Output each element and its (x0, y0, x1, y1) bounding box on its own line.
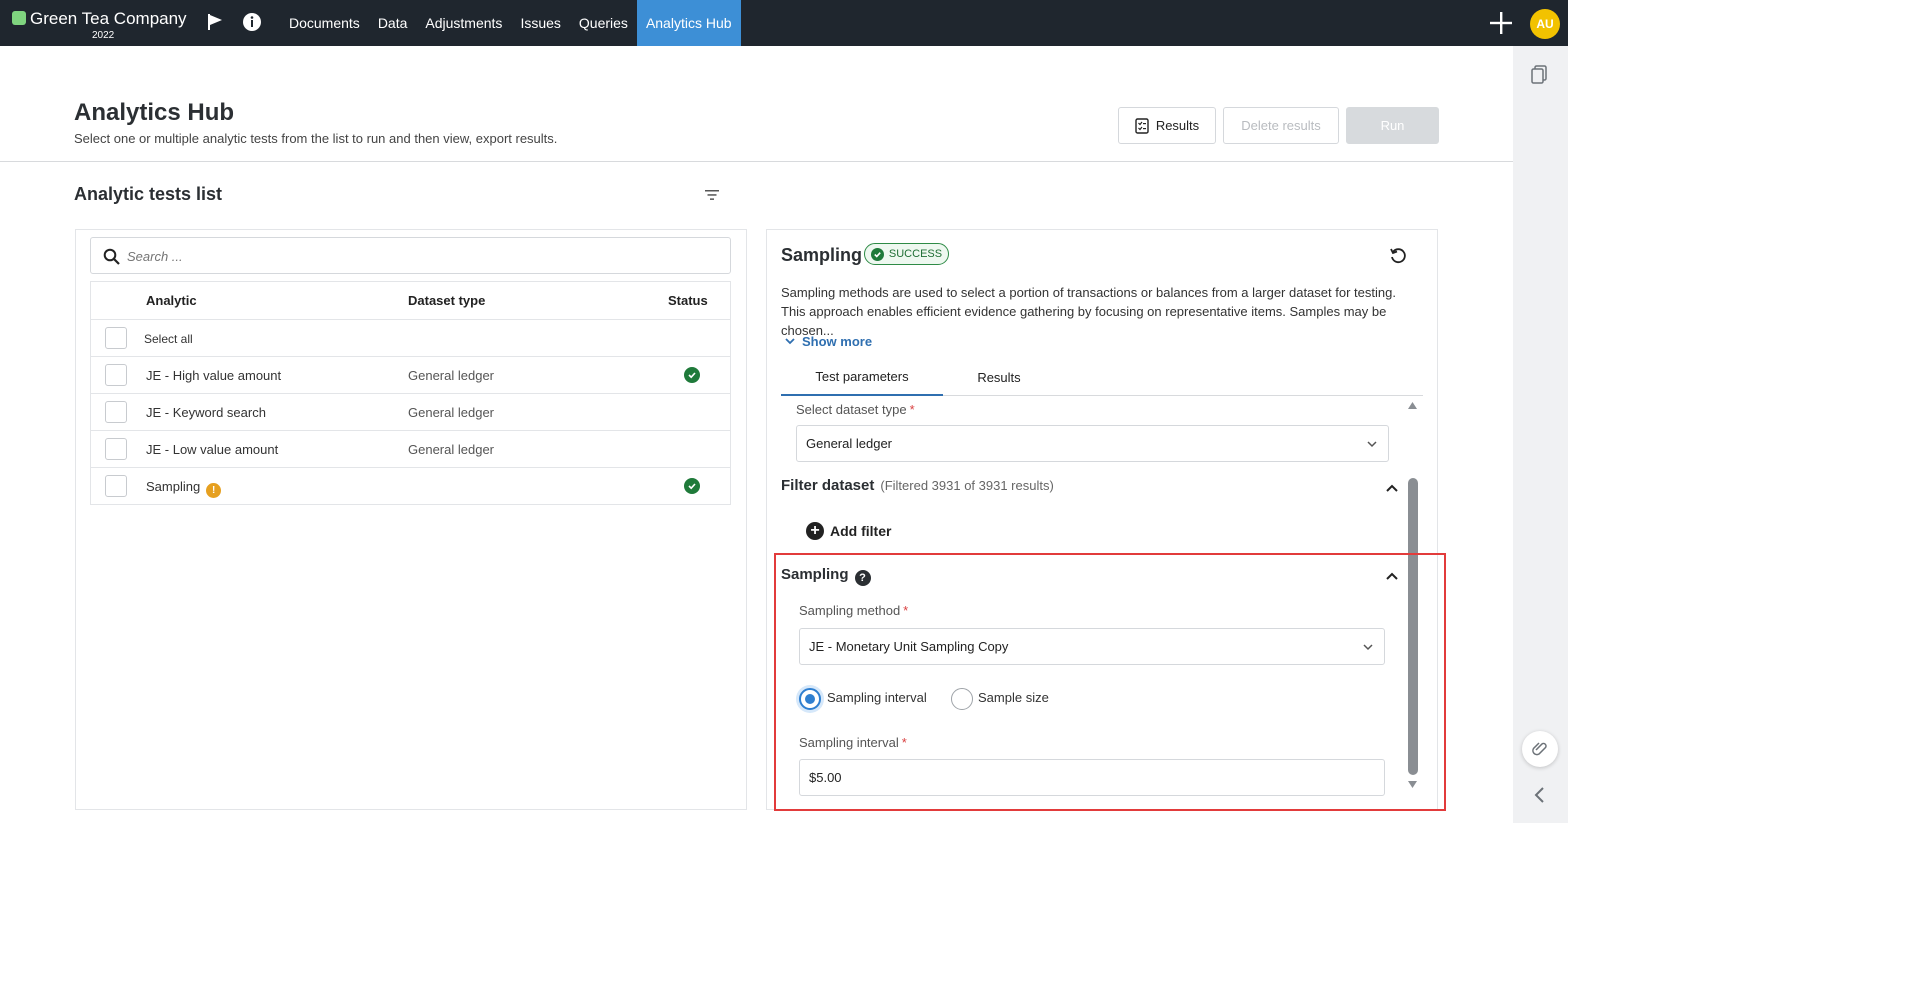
avatar[interactable]: AU (1530, 9, 1560, 39)
add-circle-icon: + (806, 522, 824, 540)
column-dataset-type: Dataset type (408, 293, 486, 308)
chevron-down-icon (1367, 441, 1377, 448)
dataset-type: General ledger (408, 442, 494, 457)
chevron-down-icon (785, 338, 795, 345)
row-checkbox[interactable] (105, 438, 127, 460)
warning-icon: ! (206, 483, 222, 498)
results-icon (1135, 117, 1149, 134)
tab-results[interactable]: Results (943, 358, 1055, 396)
company-year: 2022 (92, 30, 115, 41)
analytic-name: JE - Keyword search (146, 405, 266, 420)
copy-icon[interactable] (1529, 64, 1551, 86)
detail-description: Sampling methods are used to select a po… (781, 285, 1396, 338)
table-row[interactable]: JE - Low value amount General ledger (91, 430, 730, 467)
company-logo-icon (12, 11, 26, 25)
dataset-type-select[interactable]: General ledger (796, 425, 1389, 462)
results-button[interactable]: Results (1118, 107, 1216, 144)
nav-queries[interactable]: Queries (570, 0, 637, 46)
header-divider (0, 161, 1513, 162)
search-icon (103, 248, 120, 265)
dataset-type: General ledger (408, 405, 494, 420)
show-more-link[interactable]: Show more (784, 334, 872, 349)
tab-test-parameters[interactable]: Test parameters (781, 358, 943, 396)
nav-data[interactable]: Data (369, 0, 417, 46)
table-row[interactable]: JE - High value amount General ledger (91, 356, 730, 393)
success-check-icon (684, 478, 700, 494)
filter-icon[interactable] (704, 187, 720, 203)
add-filter-button[interactable]: + Add filter (806, 522, 891, 540)
select-all-row: Select all (91, 319, 730, 356)
select-all-label: Select all (144, 332, 193, 346)
detail-title: Sampling (781, 245, 863, 265)
nav-adjustments[interactable]: Adjustments (416, 0, 511, 46)
nav-issues[interactable]: Issues (511, 0, 569, 46)
status-badge: SUCCESS (864, 243, 949, 265)
search-box (90, 237, 731, 274)
dataset-type-label: Select dataset type * (796, 402, 915, 417)
row-checkbox[interactable] (105, 364, 127, 386)
search-input[interactable] (127, 245, 707, 267)
chevron-up-icon[interactable] (1385, 481, 1399, 495)
select-all-checkbox[interactable] (105, 327, 127, 349)
nav-documents[interactable]: Documents (280, 0, 369, 46)
column-analytic: Analytic (146, 293, 197, 308)
scroll-up-icon[interactable] (1408, 402, 1417, 409)
column-status: Status (668, 293, 708, 308)
nav-analytics-hub[interactable]: Analytics Hub (636, 0, 741, 46)
right-rail (1513, 46, 1568, 823)
main-nav: Documents Data Adjustments Issues Querie… (280, 0, 741, 46)
table-header: Analytic Dataset type Status (91, 282, 730, 319)
table-row[interactable]: JE - Keyword search General ledger (91, 393, 730, 430)
analytic-name: Sampling (146, 479, 201, 494)
dataset-type: General ledger (408, 368, 494, 383)
highlight-box (774, 553, 1446, 811)
success-check-icon (870, 247, 884, 261)
company-name[interactable]: Green Tea Company (12, 9, 187, 29)
analytic-name: JE - Low value amount (146, 442, 279, 457)
attachment-icon[interactable] (1522, 731, 1558, 767)
row-checkbox[interactable] (105, 475, 127, 497)
analytic-name: JE - High value amount (146, 368, 282, 383)
plus-icon[interactable] (1488, 10, 1514, 36)
detail-tabs: Test parameters Results (781, 358, 1423, 396)
run-button[interactable]: Run (1346, 107, 1439, 144)
analytic-name-cell: Sampling! (146, 479, 222, 498)
analytic-table: Analytic Dataset type Status Select all … (90, 281, 731, 505)
chevron-left-icon[interactable] (1531, 786, 1549, 804)
flag-icon[interactable] (204, 11, 226, 33)
list-title: Analytic tests list (74, 184, 223, 204)
row-checkbox[interactable] (105, 401, 127, 423)
filter-count: (Filtered 3931 of 3931 results) (880, 478, 1054, 493)
delete-results-button[interactable]: Delete results (1223, 107, 1339, 144)
top-bar: Green Tea Company 2022 Documents Data Ad… (0, 0, 1568, 46)
refresh-icon[interactable] (1388, 246, 1408, 266)
filter-dataset-title: Filter dataset (Filtered 3931 of 3931 res… (781, 477, 1054, 494)
page-title: Analytics Hub (74, 99, 235, 126)
table-row[interactable]: Sampling! (91, 467, 730, 504)
info-icon[interactable] (241, 11, 263, 33)
page-subtitle: Select one or multiple analytic tests fr… (74, 131, 558, 146)
success-check-icon (684, 367, 700, 383)
